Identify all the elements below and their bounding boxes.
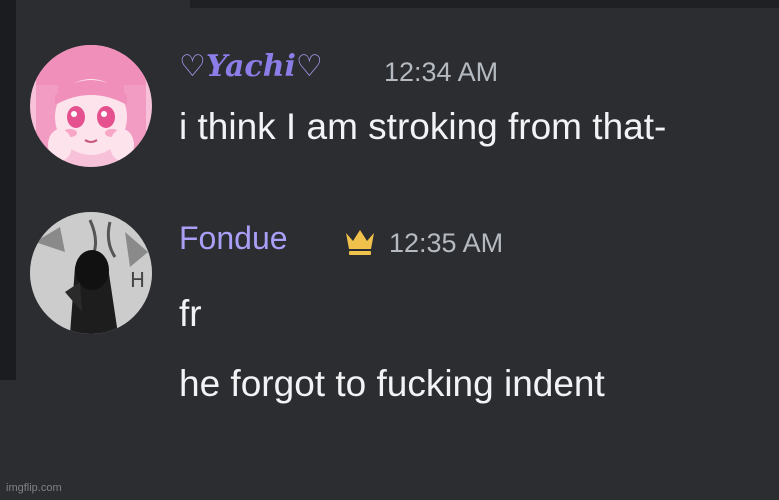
message-text: fr — [179, 293, 202, 334]
message-text: i think I am stroking from that- — [179, 106, 667, 147]
anime-girl-avatar-icon — [30, 45, 152, 167]
message-text: he forgot to fucking indent — [179, 363, 605, 404]
watermark: imgflip.com — [6, 482, 62, 494]
timestamp: 12:35 AM — [389, 228, 504, 258]
heart-icon: ♡ — [179, 49, 206, 84]
message-header: Fondue 12:35 AM — [179, 218, 779, 270]
avatar[interactable]: H — [30, 212, 152, 334]
timestamp: 12:34 AM — [384, 57, 499, 87]
hooded-figure-avatar-icon: H — [30, 212, 152, 334]
username[interactable]: ♡Yachi♡ — [179, 49, 323, 84]
window-edge — [0, 0, 16, 380]
message-content: Fondue 12:35 AM fr he forgot to fucking … — [179, 218, 779, 406]
crown-icon — [346, 230, 374, 255]
svg-text:H: H — [130, 268, 145, 292]
top-bar-edge — [190, 0, 779, 8]
avatar[interactable] — [30, 45, 152, 167]
message-content: ♡Yachi♡ 12:34 AM i think I am stroking f… — [179, 47, 779, 149]
username[interactable]: Fondue — [179, 220, 288, 257]
message-header: ♡Yachi♡ 12:34 AM — [179, 47, 779, 99]
username-text: Yachi — [205, 49, 296, 84]
heart-icon: ♡ — [295, 49, 323, 84]
